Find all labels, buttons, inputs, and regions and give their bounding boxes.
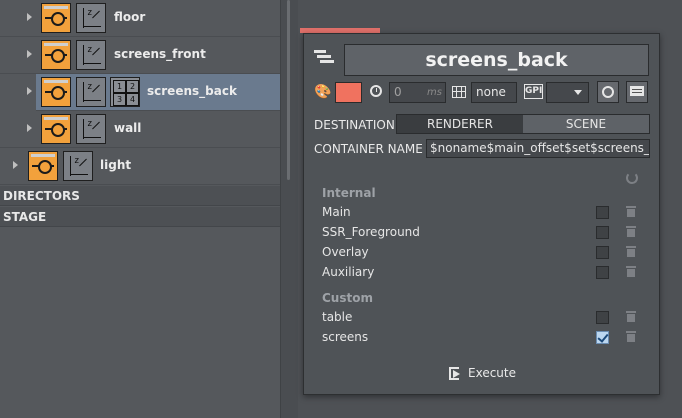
gpi-select[interactable] (546, 82, 589, 103)
tree-item-wall[interactable]: z wall (0, 111, 280, 148)
trash-icon[interactable] (626, 246, 636, 257)
palette-icon: 🎨 (314, 84, 332, 100)
group-header-custom: Custom (322, 291, 373, 305)
trash-icon[interactable] (626, 226, 636, 237)
refresh-icon[interactable] (626, 172, 638, 184)
merge-container-icon (41, 77, 71, 107)
group-header-internal: Internal (322, 186, 376, 200)
container-name-label: CONTAINER NAME (314, 142, 423, 156)
grid-layout-icon: 1 2 3 4 (110, 77, 140, 107)
merge-container-icon (28, 151, 58, 181)
execute-icon (449, 366, 462, 380)
grid-input[interactable]: none (471, 82, 517, 103)
destination-toggle[interactable]: RENDERER SCENE (396, 114, 650, 134)
gpi-icon: GPI (524, 84, 543, 99)
merge-container-icon (41, 114, 71, 144)
tree-item-label: screens_front (114, 47, 206, 61)
merge-container-icon (41, 40, 71, 70)
clock-icon (602, 86, 614, 98)
container-name-input[interactable]: $noname$main_offset$set$screens_back (426, 139, 650, 158)
tree-item-label: wall (114, 121, 142, 135)
delay-value: 0 (394, 85, 402, 99)
layer-checkbox-screens[interactable] (596, 331, 609, 344)
layer-item-ssr-foreground: SSR_Foreground (322, 225, 420, 239)
container-properties-panel: screens_back 🎨 0 ms none GPI DESTINATION… (303, 33, 660, 395)
layer-checkbox-overlay[interactable] (596, 246, 609, 259)
layer-item-overlay: Overlay (322, 245, 369, 259)
layer-checkbox-table[interactable] (596, 311, 609, 324)
axis-transform-icon: z (76, 3, 106, 33)
layer-item-main: Main (322, 205, 351, 219)
tree-item-light[interactable]: z light (0, 148, 280, 185)
comment-icon (630, 86, 644, 96)
grid-cell: 4 (126, 93, 139, 106)
axis-transform-icon: z (76, 114, 106, 144)
color-swatch[interactable] (335, 82, 362, 103)
delay-input[interactable]: 0 ms (389, 82, 446, 103)
axis-transform-icon: z (76, 40, 106, 70)
comment-button[interactable] (626, 81, 648, 103)
grid-icon (452, 86, 466, 98)
clock-icon (370, 85, 382, 97)
layer-item-auxiliary: Auxiliary (322, 265, 375, 279)
tree-item-screens-back[interactable]: z 1 2 3 4 screens_back (36, 74, 280, 111)
expand-arrow-icon[interactable] (27, 124, 32, 132)
grid-cell: 3 (113, 93, 126, 106)
vertical-scrollbar[interactable] (280, 0, 299, 418)
trash-icon[interactable] (626, 331, 636, 342)
layer-checkbox-ssr-foreground[interactable] (596, 226, 609, 239)
section-directors[interactable]: DIRECTORS (0, 186, 280, 206)
destination-label: DESTINATION: (314, 118, 399, 132)
layer-item-table: table (322, 310, 353, 324)
layer-checkbox-main[interactable] (596, 206, 609, 219)
expand-arrow-icon[interactable] (27, 87, 32, 95)
scrollbar-thumb[interactable] (287, 0, 290, 180)
expand-arrow-icon[interactable] (27, 50, 32, 58)
expand-arrow-icon[interactable] (13, 161, 18, 169)
execute-label: Execute (468, 366, 516, 380)
layer-checkbox-auxiliary[interactable] (596, 266, 609, 279)
trash-icon[interactable] (626, 266, 636, 277)
merge-container-icon (41, 3, 71, 33)
axis-transform-icon: z (76, 77, 106, 107)
tree-item-floor[interactable]: z floor (0, 0, 280, 37)
tree-item-label: screens_back (147, 84, 237, 98)
tree-item-label: light (100, 158, 132, 172)
layer-item-screens: screens (322, 330, 369, 344)
destination-renderer-option[interactable]: RENDERER (397, 115, 523, 133)
trash-icon[interactable] (626, 311, 636, 322)
grid-cell: 2 (126, 80, 139, 93)
destination-scene-option[interactable]: SCENE (523, 115, 649, 133)
stack-icon (314, 50, 334, 68)
container-title-field[interactable]: screens_back (344, 44, 649, 76)
scene-tree-panel: z floor z screens_front z 1 2 3 4 screen… (0, 0, 280, 418)
grid-cell: 1 (113, 80, 126, 93)
tree-item-label: floor (114, 10, 146, 24)
trash-icon[interactable] (626, 206, 636, 217)
execute-button[interactable]: Execute (449, 364, 516, 382)
axis-transform-icon: z (63, 151, 93, 181)
tree-item-screens-front[interactable]: z screens_front (0, 37, 280, 74)
section-stage[interactable]: STAGE (0, 207, 280, 227)
timer-button[interactable] (597, 81, 619, 103)
delay-unit: ms (427, 87, 442, 98)
expand-arrow-icon[interactable] (27, 13, 32, 21)
